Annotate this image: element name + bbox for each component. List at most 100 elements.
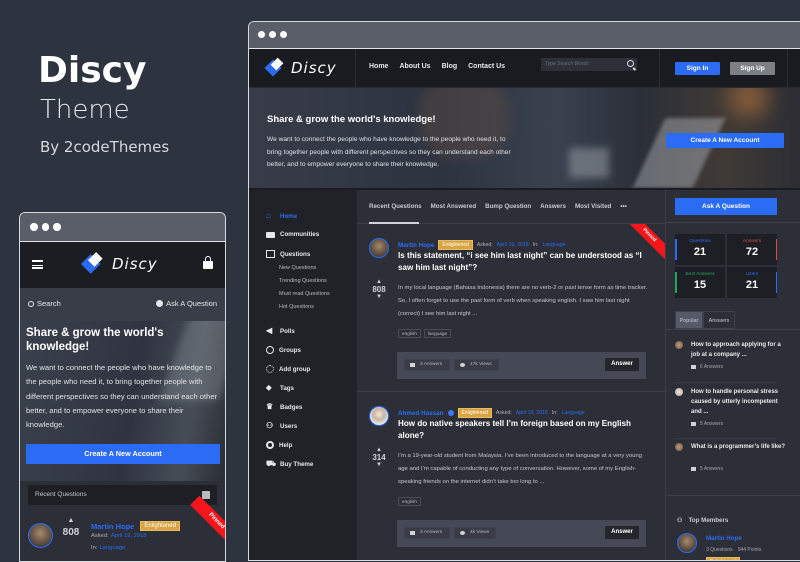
- book-icon: [266, 250, 275, 258]
- menu-contact-us[interactable]: Contact Us: [468, 63, 505, 70]
- sidebar-item-badges[interactable]: ♛ Badges: [266, 403, 302, 411]
- author-avatar[interactable]: [28, 523, 53, 548]
- sidebar-item-add-group[interactable]: Add group: [266, 365, 310, 373]
- author-avatar[interactable]: [369, 406, 389, 426]
- create-account-button[interactable]: Create A New Account: [666, 133, 784, 148]
- tab-more[interactable]: •••: [620, 203, 627, 210]
- sidebar-sub-new-questions[interactable]: New Questions: [279, 265, 316, 271]
- vote-count: 314: [372, 453, 386, 462]
- logo[interactable]: Discy: [264, 57, 337, 78]
- menu-blog[interactable]: Blog: [442, 63, 458, 70]
- feed-select[interactable]: Recent Questions: [28, 485, 217, 505]
- tab-most-visited[interactable]: Most Visited: [575, 203, 611, 210]
- question-title[interactable]: How do native speakers tell I’m foreign …: [398, 418, 648, 442]
- globe-icon: [266, 346, 274, 354]
- popular-item: How to approach applying for a job at a …: [675, 340, 785, 380]
- user-badge: Enlightened: [438, 240, 473, 250]
- in-label: In:: [551, 410, 558, 416]
- window-titlebar: [20, 213, 225, 242]
- comment-icon: [691, 365, 696, 369]
- question-date[interactable]: April 19, 2018: [111, 533, 147, 539]
- stat-users: Users 21: [727, 267, 777, 298]
- search-input[interactable]: Type Search Words: [541, 58, 637, 71]
- users-icon: ⚇: [677, 517, 683, 524]
- question-footer: 3 Answers 4k Views Answer: [397, 520, 646, 547]
- sidebar-sub-trending-questions[interactable]: Trending Questions: [279, 278, 327, 284]
- author-name[interactable]: Martin Hope: [398, 242, 434, 249]
- vote-down-icon[interactable]: ▼: [369, 294, 389, 300]
- answers-count[interactable]: 3 Answers: [404, 527, 450, 539]
- member-name[interactable]: Martin Hope: [706, 535, 742, 542]
- add-group-icon: [266, 365, 274, 373]
- vote-up-icon[interactable]: ▲: [60, 517, 82, 524]
- vote-down-icon[interactable]: ▼: [369, 462, 389, 468]
- lock-icon[interactable]: [203, 256, 213, 269]
- tab-popular[interactable]: Popular: [675, 311, 703, 329]
- ask-question-button[interactable]: Ask A Question: [675, 198, 777, 215]
- sidebar-item-help[interactable]: Help: [266, 441, 292, 449]
- author-avatar[interactable]: [369, 238, 389, 258]
- answer-button[interactable]: Answer: [605, 358, 639, 371]
- sidebar-item-polls[interactable]: ◀ Polls: [266, 327, 295, 335]
- tab-answers-widget[interactable]: Answers: [703, 311, 735, 329]
- menu-home[interactable]: Home: [369, 63, 388, 70]
- member-badge: Enlightened: [706, 557, 741, 560]
- sidebar-item-users[interactable]: ⚇ Users: [266, 422, 297, 430]
- question-item: Ahmed Hassan Enlightened Asked: April 19…: [357, 392, 665, 560]
- sidebar-sub-must-read-questions[interactable]: Must read Questions: [279, 291, 330, 297]
- question-category[interactable]: Language: [542, 242, 565, 248]
- author-name[interactable]: Martin Hope: [91, 522, 134, 531]
- sidebar-item-communities[interactable]: Communities: [266, 231, 319, 238]
- answers-count[interactable]: 3 Answers: [404, 359, 450, 371]
- mobile-search-button[interactable]: Search: [28, 299, 61, 308]
- in-label: In:: [91, 545, 98, 551]
- sidebar-item-tags[interactable]: ⬥ Tags: [266, 384, 294, 392]
- hero-title: Share & grow the world's knowledge!: [267, 114, 436, 125]
- question-category[interactable]: Language: [562, 410, 585, 416]
- author-name[interactable]: Ahmed Hassan: [398, 410, 444, 417]
- popular-item: How to handle personal stress caused by …: [675, 387, 785, 437]
- tag[interactable]: english: [398, 497, 421, 506]
- pinned-ribbon: Pinned: [190, 495, 225, 548]
- hamburger-menu-icon[interactable]: [32, 260, 43, 269]
- user-avatar: [675, 388, 683, 396]
- question-title[interactable]: Is this statement, “i see him last night…: [398, 250, 648, 274]
- cart-icon: ⛟: [266, 459, 277, 468]
- popular-title[interactable]: What is a programmer’s life like?: [691, 442, 787, 452]
- user-badge: Enlightened: [140, 521, 181, 531]
- popular-title[interactable]: How to handle personal stress caused by …: [691, 387, 787, 417]
- sidebar-item-buy-theme[interactable]: ⛟ Buy Theme: [266, 460, 313, 468]
- menu-about-us[interactable]: About Us: [399, 63, 430, 70]
- tab-bump-question[interactable]: Bump Question: [485, 203, 531, 210]
- sign-in-button[interactable]: Sign In: [675, 62, 720, 75]
- sidebar-item-questions[interactable]: Questions: [266, 250, 310, 258]
- question-category[interactable]: Language: [99, 545, 125, 551]
- logo[interactable]: Discy: [80, 252, 158, 274]
- search-icon[interactable]: [627, 60, 634, 67]
- tag[interactable]: english: [398, 329, 421, 338]
- sign-up-button[interactable]: Sign Up: [730, 62, 775, 75]
- popular-title[interactable]: How to approach applying for a job at a …: [691, 340, 787, 360]
- tab-recent-questions[interactable]: Recent Questions: [369, 203, 422, 210]
- mobile-hero: Share & grow the world's knowledge! We w…: [20, 321, 225, 481]
- question-date[interactable]: April 19, 2018: [497, 242, 529, 248]
- desktop-window: Discy Home About Us Blog Contact Us Type…: [248, 21, 800, 561]
- sidebar-sub-hot-questions[interactable]: Hot Questions: [279, 304, 314, 310]
- user-avatar: [675, 341, 683, 349]
- sidebar-item-groups[interactable]: Groups: [266, 346, 301, 354]
- views-count: 4k Views: [454, 527, 496, 539]
- tag[interactable]: language: [423, 329, 452, 338]
- comment-icon: [691, 422, 696, 426]
- tab-most-answered[interactable]: Most Answered: [431, 203, 477, 210]
- mobile-ask-button[interactable]: Ask A Question: [156, 299, 217, 308]
- member-avatar[interactable]: [677, 533, 697, 553]
- answer-button[interactable]: Answer: [605, 526, 639, 539]
- mobile-search-bar: Search Ask A Question: [20, 288, 225, 321]
- mobile-create-account-button[interactable]: Create A New Account: [26, 444, 220, 464]
- home-icon: ⌂: [266, 211, 271, 220]
- vote-count: 808: [372, 285, 386, 294]
- tab-answers[interactable]: Answers: [540, 203, 566, 210]
- sidebar-item-home[interactable]: ⌂ Home: [266, 212, 297, 220]
- users-icon: ⚇: [266, 421, 274, 430]
- question-date[interactable]: April 19, 2018: [516, 410, 548, 416]
